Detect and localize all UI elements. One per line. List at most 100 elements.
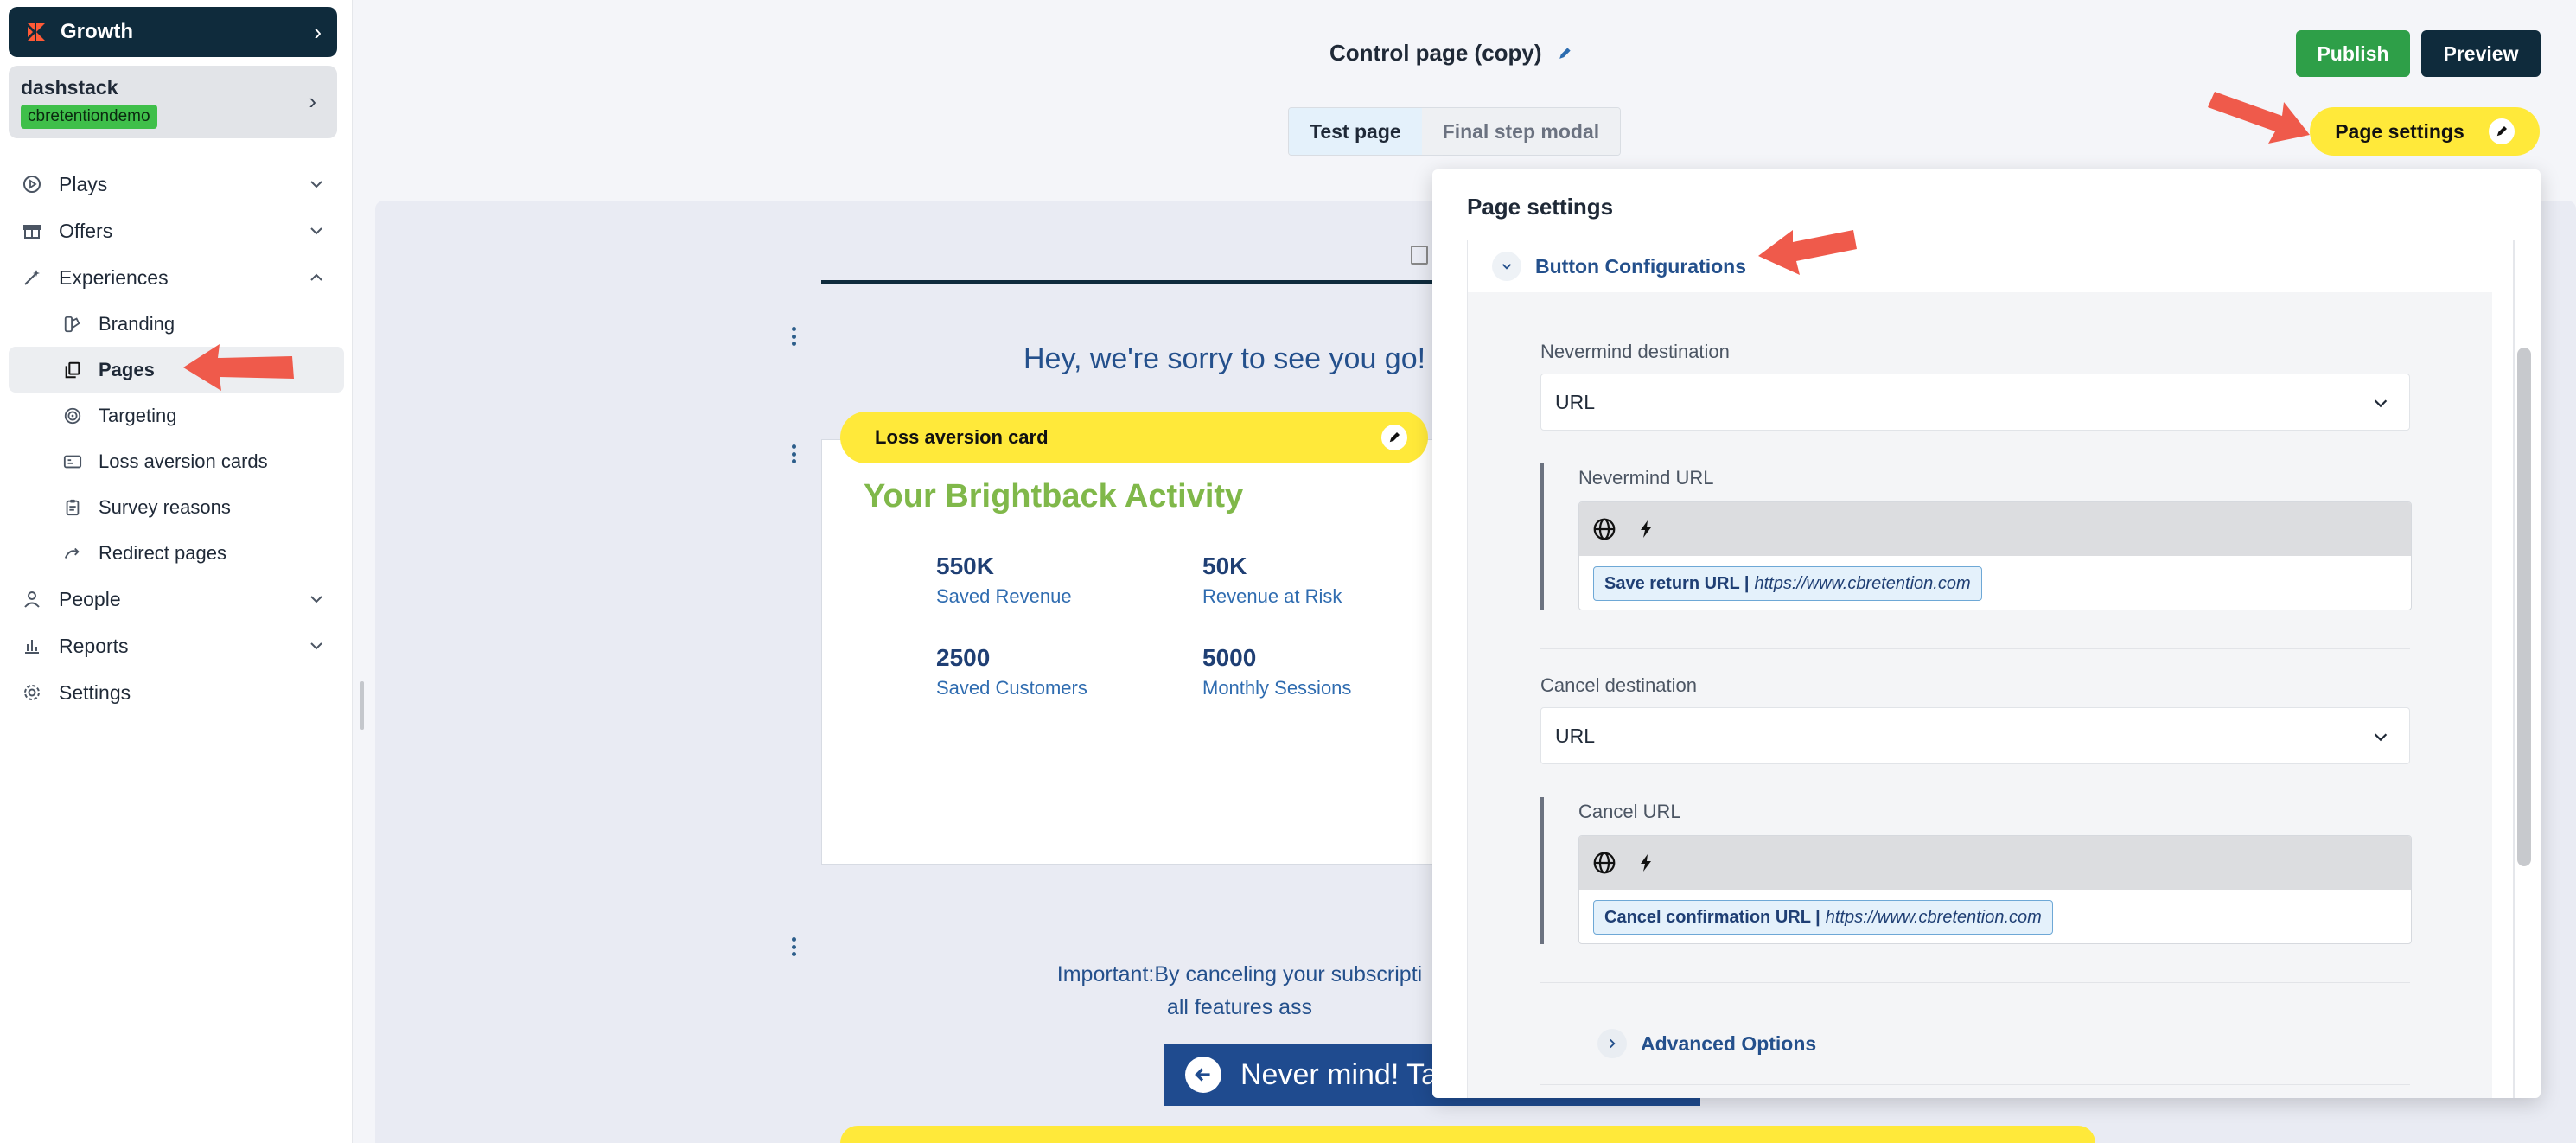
select-value: URL xyxy=(1555,390,1596,413)
sidebar-item-survey-reasons[interactable]: Survey reasons xyxy=(0,484,353,530)
page-settings-button[interactable]: Page settings xyxy=(2310,107,2540,156)
activity-card: Your Brightback Activity 550K Saved Reve… xyxy=(821,439,1444,865)
lightning-icon[interactable] xyxy=(1631,848,1661,878)
person-icon xyxy=(21,588,43,610)
chevron-down-icon xyxy=(310,642,322,650)
sidebar-item-label: Plays xyxy=(59,172,108,195)
play-circle-icon xyxy=(21,173,43,195)
divider xyxy=(1540,1084,2410,1085)
globe-icon[interactable] xyxy=(1590,848,1619,878)
stat-label: Saved Customers xyxy=(936,677,1087,699)
sidebar-item-plays[interactable]: Plays xyxy=(0,161,353,208)
select-value: URL xyxy=(1555,724,1596,747)
bar-chart-icon xyxy=(21,635,43,657)
globe-icon[interactable] xyxy=(1590,514,1619,544)
sidebar-resize-handle[interactable] xyxy=(360,681,364,730)
nevermind-url-field[interactable]: Save return URL | https://www.cbretentio… xyxy=(1578,501,2412,610)
org-switcher[interactable]: Growth › xyxy=(9,7,337,57)
cancel-url-field[interactable]: Cancel confirmation URL | https://www.cb… xyxy=(1578,835,2412,944)
advanced-options-toggle[interactable]: Advanced Options xyxy=(1597,1029,1816,1058)
token-url: https://www.cbretention.com xyxy=(1754,573,1971,593)
sidebar-item-reports[interactable]: Reports xyxy=(0,623,353,669)
activity-title: Your Brightback Activity xyxy=(864,478,1244,514)
sidebar-item-label: Loss aversion cards xyxy=(99,450,268,472)
sidebar-item-targeting[interactable]: Targeting xyxy=(0,393,353,438)
divider xyxy=(1540,982,2410,983)
nevermind-url-group xyxy=(1540,463,1544,610)
tab-test-page[interactable]: Test page xyxy=(1289,108,1422,155)
sidebar-item-label: Experiences xyxy=(59,265,169,289)
important-line-1: Important:By canceling your subscripti xyxy=(1056,962,1423,987)
chevron-up-icon xyxy=(310,273,322,281)
annotation-arrow-icon xyxy=(183,344,294,391)
sidebar-item-redirect-pages[interactable]: Redirect pages xyxy=(0,530,353,576)
token-toolbar xyxy=(1579,502,2411,556)
token-name: Save return URL | xyxy=(1604,573,1750,593)
stat-saved-revenue: 550K Saved Revenue xyxy=(936,552,1072,608)
page-settings-panel: Page settings Button Configurations Neve… xyxy=(1432,169,2541,1098)
gift-icon xyxy=(21,220,43,242)
pencil-icon[interactable] xyxy=(1381,425,1407,450)
sidebar-item-offers[interactable]: Offers xyxy=(0,208,353,254)
chevron-right-icon xyxy=(1597,1029,1627,1058)
chevron-down-icon xyxy=(1492,252,1521,281)
annotation-arrow-icon xyxy=(2208,92,2310,144)
stat-label: Saved Revenue xyxy=(936,585,1072,607)
sidebar-item-loss-aversion-cards[interactable]: Loss aversion cards xyxy=(0,438,353,484)
important-notice: Important:By canceling your subscripti a… xyxy=(1032,958,1447,1024)
stat-revenue-at-risk: 50K Revenue at Risk xyxy=(1202,552,1342,608)
gear-icon xyxy=(21,681,43,704)
brand-logo-icon xyxy=(28,23,45,41)
chevron-down-icon xyxy=(310,227,322,235)
more-vertical-icon[interactable] xyxy=(787,323,800,349)
sidebar-nav: Plays Offers Experiences Branding Pages … xyxy=(0,161,353,716)
stat-saved-customers: 2500 Saved Customers xyxy=(936,644,1087,699)
stat-monthly-sessions: 5000 Monthly Sessions xyxy=(1202,644,1351,699)
chevron-right-icon: › xyxy=(314,18,322,45)
loss-aversion-card-bar[interactable]: Loss aversion card xyxy=(840,412,1428,463)
sidebar: Growth › dashstack cbretentiondemo › Pla… xyxy=(0,0,353,1143)
stat-value: 5000 xyxy=(1202,644,1257,671)
chevron-down-icon xyxy=(2374,733,2388,742)
advanced-options-label: Advanced Options xyxy=(1641,1031,1817,1055)
url-token[interactable]: Save return URL | https://www.cbretentio… xyxy=(1593,566,1982,601)
sidebar-item-experiences[interactable]: Experiences xyxy=(0,254,353,301)
header-divider xyxy=(821,280,1444,284)
url-token[interactable]: Cancel confirmation URL | https://www.cb… xyxy=(1593,900,2053,935)
cancel-destination-select[interactable]: URL xyxy=(1540,707,2410,764)
sidebar-item-label: Branding xyxy=(99,312,175,335)
preview-button[interactable]: Preview xyxy=(2421,30,2541,77)
publish-button[interactable]: Publish xyxy=(2296,30,2410,77)
cancel-destination-label: Cancel destination xyxy=(1540,674,1698,696)
panel-content: Button Configurations Nevermind destinat… xyxy=(1467,240,2492,1098)
token-url: https://www.cbretention.com xyxy=(1825,907,2042,927)
chevron-down-icon xyxy=(310,596,322,603)
scrollbar-thumb[interactable] xyxy=(2517,348,2531,866)
broken-image-icon xyxy=(1411,246,1428,265)
account-name: dashstack xyxy=(21,76,118,99)
sidebar-item-branding[interactable]: Branding xyxy=(0,301,353,347)
more-vertical-icon[interactable] xyxy=(787,441,800,467)
pencil-icon[interactable] xyxy=(1554,43,1575,64)
stat-value: 550K xyxy=(936,552,994,579)
button-configurations-header[interactable]: Button Configurations xyxy=(1468,240,2492,292)
chevron-down-icon xyxy=(2374,399,2388,408)
target-icon xyxy=(62,405,83,426)
pencil-icon xyxy=(2488,118,2515,144)
page-title-text: Control page (copy) xyxy=(1329,40,1542,66)
account-switcher[interactable]: dashstack cbretentiondemo › xyxy=(9,66,337,138)
nevermind-url-label: Nevermind URL xyxy=(1578,467,1714,488)
tab-final-step-modal[interactable]: Final step modal xyxy=(1421,108,1621,155)
sidebar-item-label: Offers xyxy=(59,219,113,242)
magic-wand-icon xyxy=(21,266,43,289)
sidebar-item-settings[interactable]: Settings xyxy=(0,669,353,716)
org-name: Growth xyxy=(61,20,133,43)
cancel-button-bar[interactable] xyxy=(840,1126,2095,1143)
sidebar-item-people[interactable]: People xyxy=(0,576,353,623)
nevermind-destination-select[interactable]: URL xyxy=(1540,374,2410,431)
sidebar-item-label: Reports xyxy=(59,634,129,657)
cancel-url-group xyxy=(1540,797,1544,944)
more-vertical-icon[interactable] xyxy=(787,934,800,960)
important-line-2: all features ass xyxy=(1166,995,1313,1019)
lightning-icon[interactable] xyxy=(1631,514,1661,544)
